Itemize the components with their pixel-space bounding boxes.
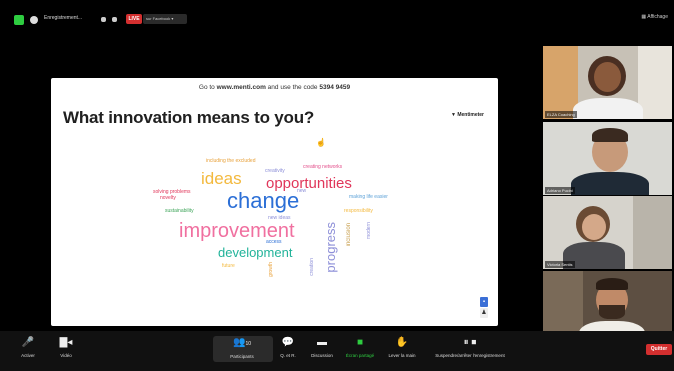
room-background — [633, 196, 672, 269]
brand-label: Mentimeter — [457, 112, 484, 118]
participants-count: 10 — [245, 341, 251, 347]
cloud-word: modern — [366, 222, 372, 239]
raise-hand-button[interactable]: ✋ Lever la main — [384, 337, 420, 358]
raise-hand-icon: ✋ — [395, 337, 409, 348]
pause-icon[interactable] — [101, 17, 106, 22]
live-badge[interactable]: LIVE — [126, 14, 142, 24]
cloud-word: ideas — [201, 169, 242, 188]
shared-screen: Go to www.menti.com and use the code 539… — [51, 78, 498, 326]
cloud-word: inclusion — [346, 223, 352, 247]
audio-button[interactable]: 🎤 Activer — [16, 337, 40, 358]
video-button[interactable]: ▇◂ Vidéo — [54, 337, 78, 358]
cloud-word: sustainability — [165, 208, 194, 214]
participant-name: Adriano Pucini — [545, 187, 575, 194]
microphone-icon: 🎤 — [21, 337, 35, 348]
video-camera-icon: ▇◂ — [59, 337, 73, 348]
instruction-prefix: Go to — [198, 84, 217, 91]
person-body — [573, 98, 643, 119]
participant-tile[interactable]: Adriano Pucini — [543, 122, 672, 195]
cloud-word: creating networks — [303, 164, 343, 170]
hand-label: Lever la main — [388, 353, 416, 358]
audio-label: Activer — [21, 353, 35, 358]
share-screen-icon: ■ — [356, 337, 364, 348]
recording-status: Enregistrement... — [44, 15, 83, 21]
cloud-word: change — [227, 188, 300, 213]
instruction-code: 5394 9459 — [319, 84, 351, 91]
instruction-middle: and use the code — [265, 84, 320, 91]
share-label: Écran partagé — [345, 353, 375, 358]
cloud-word: improvement — [179, 220, 295, 242]
participant-name: ELZA Coaching — [545, 111, 577, 118]
cloud-word: making life easier — [349, 194, 388, 200]
top-bar: Enregistrement... LIVE sur Facebook ▾ ▦ … — [0, 0, 674, 44]
chat-button[interactable]: ▬ Discussion — [308, 337, 336, 358]
qa-icon: 💬 — [281, 337, 295, 348]
cloud-word: future — [222, 263, 235, 269]
mentimeter-logo: ▼ Mentimeter — [450, 112, 484, 118]
cloud-word: including the excluded — [206, 158, 256, 164]
person-hair — [596, 278, 628, 290]
view-button[interactable]: ▦ Affichage — [641, 14, 668, 20]
record-icon — [30, 16, 38, 24]
qa-button[interactable]: 💬 Q. et R. — [276, 337, 300, 358]
person-body — [571, 172, 649, 195]
hand-cursor-icon: ☝ — [316, 138, 326, 147]
slide-question: What innovation means to you? — [63, 108, 315, 127]
security-icon[interactable] — [14, 15, 24, 25]
meeting-toolbar — [0, 331, 674, 371]
chat-icon: ▬ — [317, 337, 327, 348]
participants-label: Participants — [230, 354, 254, 359]
qa-label: Q. et R. — [280, 353, 296, 358]
cloud-word: growth — [268, 262, 274, 278]
person-beard — [599, 305, 625, 319]
stop-icon[interactable] — [112, 17, 117, 22]
instruction-site: www.menti.com — [216, 84, 266, 91]
quit-button[interactable]: Quitter — [646, 344, 672, 355]
slide-nav-icon[interactable]: ▪ — [480, 297, 488, 307]
cloud-word: creativity — [265, 168, 285, 174]
cloud-word: responsibility — [344, 208, 373, 214]
participant-tile[interactable]: Victoria Sentis — [543, 196, 672, 269]
recording-controls-button[interactable]: ⏸ ⏹ Suspendre/arrêter l'enregistrement — [424, 337, 516, 358]
wall-background — [638, 46, 672, 119]
view-label: Affichage — [647, 14, 668, 20]
cloud-word: novelty — [160, 195, 176, 201]
audience-icon[interactable]: ♟ — [480, 308, 488, 318]
video-label: Vidéo — [60, 353, 72, 358]
cloud-word: progress — [323, 222, 338, 273]
pause-stop-icon: ⏸ ⏹ — [463, 337, 477, 348]
person-face — [582, 214, 606, 240]
record-label: Suspendre/arrêter l'enregistrement — [435, 353, 505, 358]
participant-tile[interactable]: ELZA Coaching — [543, 46, 672, 119]
facebook-live-dropdown[interactable]: sur Facebook ▾ — [143, 14, 187, 24]
cloud-word: development — [218, 245, 293, 260]
slide-instruction: Go to www.menti.com and use the code 539… — [51, 84, 498, 91]
chat-label: Discussion — [311, 353, 333, 358]
share-screen-button[interactable]: ■ Écran partagé — [342, 337, 378, 358]
participant-name: Victoria Sentis — [545, 261, 575, 268]
cloud-word: creation — [309, 258, 315, 276]
person-hair — [592, 128, 628, 142]
participants-button[interactable]: 👥10 Participants — [222, 337, 262, 359]
participants-icon: 👥10 — [232, 337, 251, 348]
facebook-label: sur Facebook — [146, 16, 171, 21]
person-face — [594, 62, 621, 92]
